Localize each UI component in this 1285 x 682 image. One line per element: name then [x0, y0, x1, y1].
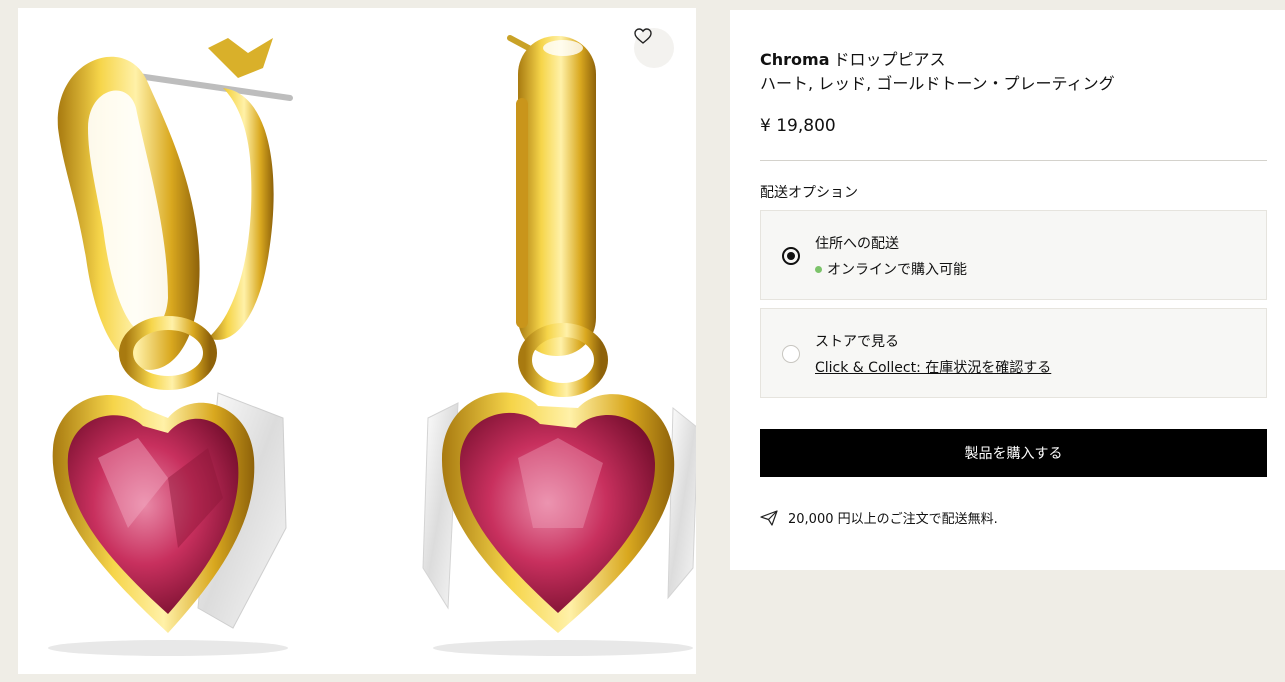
shipping-option-delivery[interactable]: 住所への配送 オンラインで購入可能 [760, 210, 1267, 300]
buy-button[interactable]: 製品を購入する [760, 429, 1267, 477]
product-name: ドロップピアス [833, 50, 946, 69]
status-dot-icon [815, 265, 822, 273]
free-shipping-text: 20,000 円以上のご注文で配送無料. [788, 512, 998, 527]
click-collect-link[interactable]: Click & Collect: 在庫状況を確認する [815, 357, 1051, 377]
option-title: ストアで見る [815, 334, 899, 350]
availability-text: オンラインで購入可能 [827, 262, 967, 278]
radio-selected[interactable] [782, 247, 800, 265]
product-info-panel: Chroma ドロップピアス ハート, レッド, ゴールドトーン・プレーティング … [730, 10, 1285, 570]
heart-outline-icon [634, 28, 652, 44]
product-title: Chroma ドロップピアス [760, 46, 946, 70]
availability-status: オンラインで購入可能 [815, 259, 967, 279]
product-image-panel [18, 8, 696, 674]
product-price: ¥ 19,800 [760, 116, 836, 136]
free-shipping-notice: 20,000 円以上のご注文で配送無料. [760, 508, 998, 527]
radio-unselected[interactable] [782, 345, 800, 363]
shipping-heading: 配送オプション [760, 185, 858, 201]
product-brand: Chroma [760, 50, 830, 69]
shipping-option-store[interactable]: ストアで見る Click & Collect: 在庫状況を確認する [760, 308, 1267, 398]
left-earring [52, 38, 293, 633]
divider [760, 160, 1267, 161]
paper-plane-icon [760, 509, 778, 526]
option-title: 住所への配送 [815, 236, 899, 252]
product-variant: ハート, レッド, ゴールドトーン・プレーティング [760, 74, 1115, 93]
wishlist-button[interactable] [634, 28, 674, 68]
right-earring [422, 35, 696, 633]
product-image [48, 35, 696, 656]
